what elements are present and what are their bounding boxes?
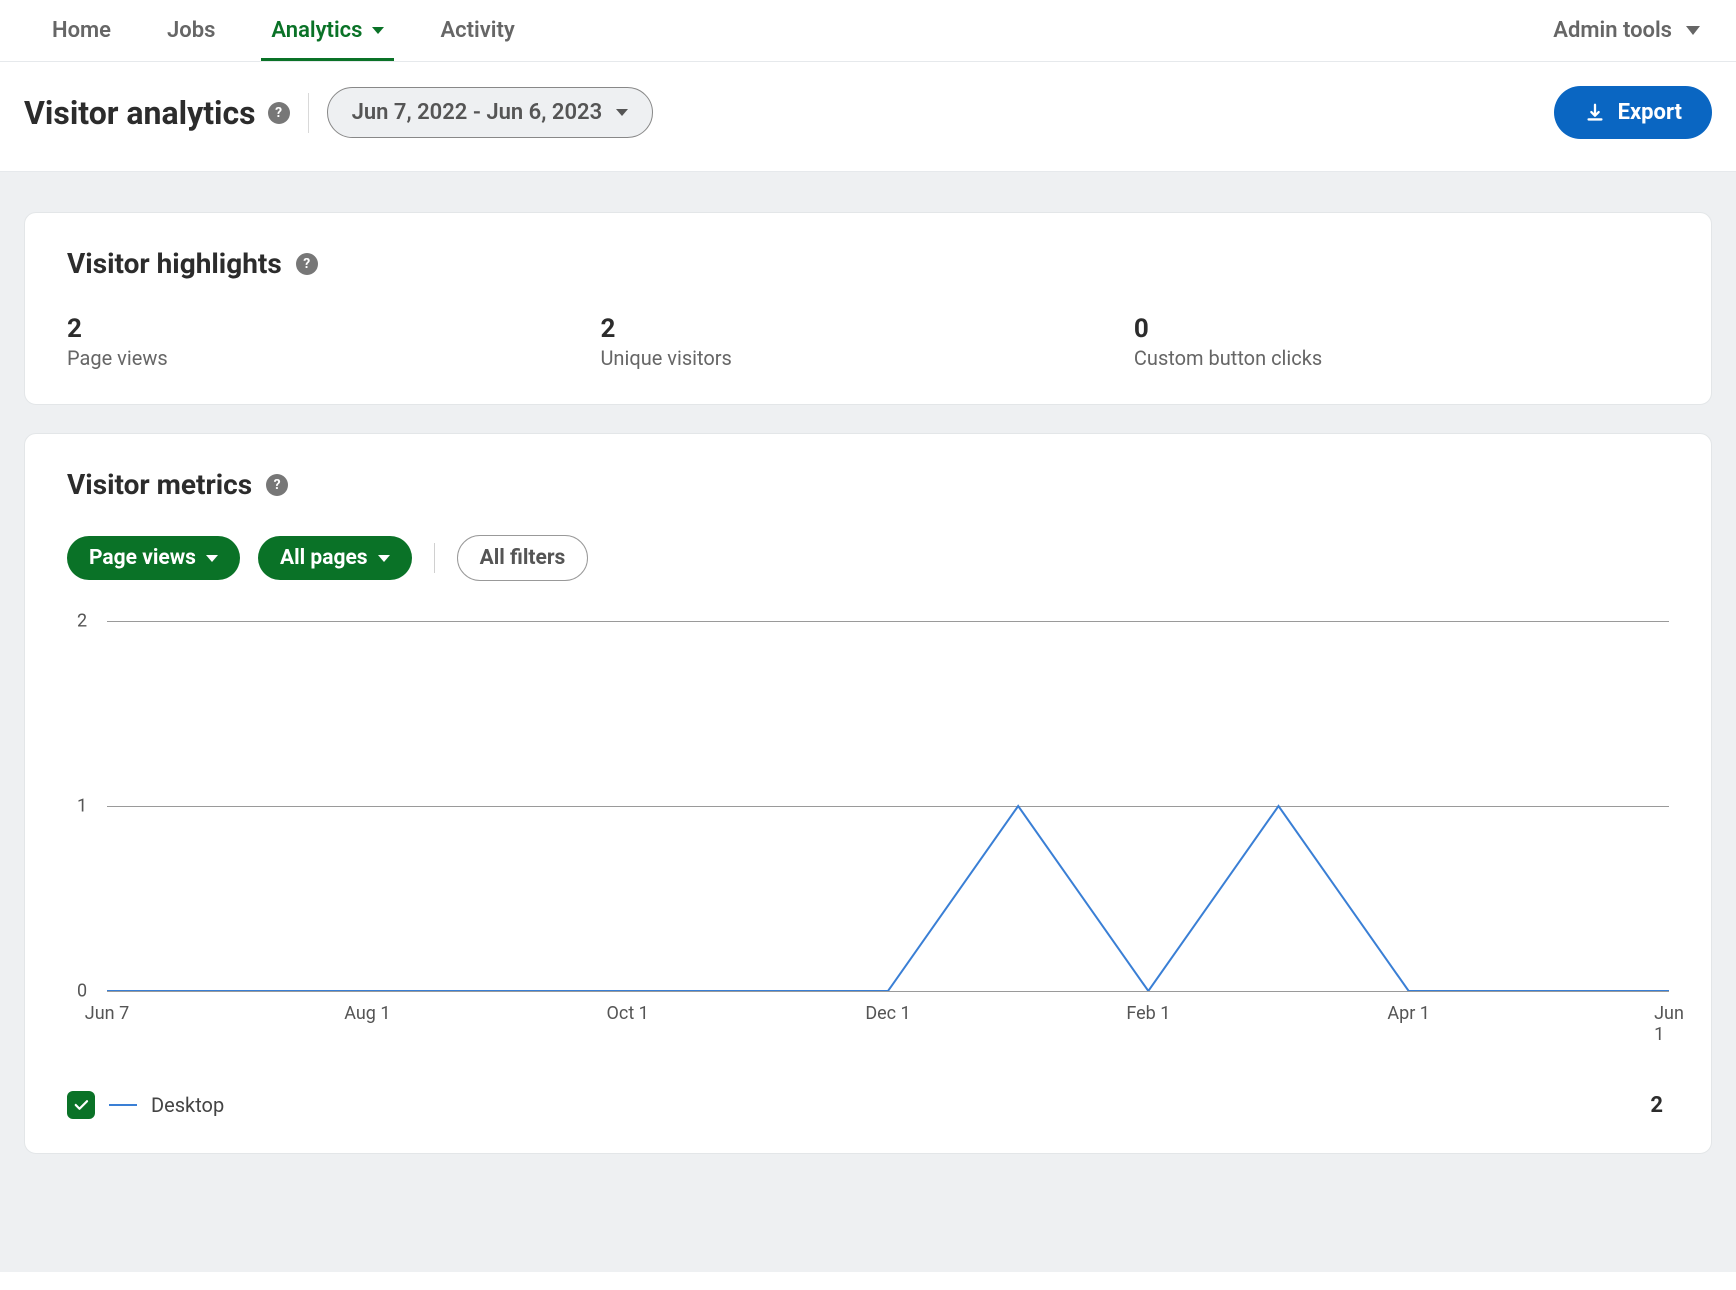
top-nav: Home Jobs Analytics Activity Admin tools bbox=[0, 0, 1736, 62]
stat-label: Page views bbox=[67, 346, 600, 370]
content-area: Visitor highlights ? 2 Page views 2 Uniq… bbox=[0, 172, 1736, 1272]
chart-x-tick: Oct 1 bbox=[607, 1003, 649, 1024]
admin-tools-label: Admin tools bbox=[1553, 18, 1672, 43]
nav-analytics[interactable]: Analytics bbox=[243, 0, 412, 61]
chart-container: 012 Jun 7Aug 1Oct 1Dec 1Feb 1Apr 1Jun 1 bbox=[67, 621, 1669, 1031]
chart-x-tick: Jun 7 bbox=[85, 1003, 129, 1024]
metric-filter-chip[interactable]: Page views bbox=[67, 536, 240, 580]
stat-custom-button-clicks: 0 Custom button clicks bbox=[1134, 314, 1667, 370]
chart-legend: Desktop 2 bbox=[67, 1091, 1669, 1119]
stat-value: 0 bbox=[1134, 314, 1667, 344]
all-filters-label: All filters bbox=[480, 546, 566, 570]
chart-x-tick: Dec 1 bbox=[865, 1003, 910, 1024]
page-title-text: Visitor analytics bbox=[24, 94, 256, 132]
legend-checkbox-desktop[interactable] bbox=[67, 1091, 95, 1119]
stat-label: Custom button clicks bbox=[1134, 346, 1667, 370]
help-icon[interactable]: ? bbox=[268, 102, 290, 124]
scope-filter-chip[interactable]: All pages bbox=[258, 536, 412, 580]
chart-x-tick: Jun 1 bbox=[1654, 1003, 1684, 1045]
caret-down-icon bbox=[378, 555, 390, 562]
all-filters-chip[interactable]: All filters bbox=[457, 535, 589, 581]
visitor-metrics-card: Visitor metrics ? Page views All pages A… bbox=[24, 433, 1712, 1154]
stat-value: 2 bbox=[67, 314, 600, 344]
chart-y-tick: 1 bbox=[77, 796, 87, 817]
chart-gridline bbox=[107, 991, 1669, 992]
title-bar: Visitor analytics ? Jun 7, 2022 - Jun 6,… bbox=[0, 62, 1736, 172]
export-button[interactable]: Export bbox=[1554, 86, 1712, 139]
caret-down-icon bbox=[1686, 26, 1700, 35]
stat-value: 2 bbox=[600, 314, 1133, 344]
metric-filter-label: Page views bbox=[89, 546, 196, 570]
chart-y-tick: 2 bbox=[77, 611, 87, 632]
caret-down-icon bbox=[616, 109, 628, 116]
divider bbox=[308, 93, 309, 133]
legend-desktop: Desktop bbox=[67, 1091, 224, 1119]
chart-y-tick: 0 bbox=[77, 981, 87, 1002]
caret-down-icon bbox=[206, 555, 218, 562]
page-title: Visitor analytics ? bbox=[24, 94, 290, 132]
help-icon[interactable]: ? bbox=[266, 474, 288, 496]
legend-line-icon bbox=[109, 1104, 137, 1106]
divider bbox=[434, 543, 435, 573]
legend-desktop-value: 2 bbox=[1650, 1093, 1669, 1118]
help-icon[interactable]: ? bbox=[296, 253, 318, 275]
visitor-metrics-title: Visitor metrics ? bbox=[67, 468, 1669, 501]
filter-row: Page views All pages All filters bbox=[67, 535, 1669, 581]
nav-analytics-label: Analytics bbox=[271, 18, 362, 43]
visitor-metrics-chart: 012 bbox=[107, 621, 1669, 991]
stat-label: Unique visitors bbox=[600, 346, 1133, 370]
export-label: Export bbox=[1618, 100, 1682, 125]
check-icon bbox=[72, 1096, 90, 1114]
chart-plot bbox=[107, 621, 1669, 991]
caret-down-icon bbox=[372, 27, 384, 34]
title-left: Visitor analytics ? Jun 7, 2022 - Jun 6,… bbox=[24, 87, 653, 138]
visitor-highlights-card: Visitor highlights ? 2 Page views 2 Uniq… bbox=[24, 212, 1712, 405]
highlights-row: 2 Page views 2 Unique visitors 0 Custom … bbox=[67, 314, 1669, 370]
visitor-highlights-title: Visitor highlights ? bbox=[67, 247, 1669, 280]
top-nav-left: Home Jobs Analytics Activity bbox=[24, 0, 543, 61]
nav-activity[interactable]: Activity bbox=[412, 0, 542, 61]
stat-page-views: 2 Page views bbox=[67, 314, 600, 370]
chart-x-axis: Jun 7Aug 1Oct 1Dec 1Feb 1Apr 1Jun 1 bbox=[107, 1003, 1669, 1031]
date-range-picker[interactable]: Jun 7, 2022 - Jun 6, 2023 bbox=[327, 87, 654, 138]
nav-home[interactable]: Home bbox=[24, 0, 139, 61]
chart-x-tick: Aug 1 bbox=[344, 1003, 390, 1024]
stat-unique-visitors: 2 Unique visitors bbox=[600, 314, 1133, 370]
visitor-metrics-title-text: Visitor metrics bbox=[67, 468, 252, 501]
nav-jobs[interactable]: Jobs bbox=[139, 0, 243, 61]
chart-x-tick: Feb 1 bbox=[1126, 1003, 1170, 1024]
legend-desktop-label: Desktop bbox=[151, 1093, 224, 1117]
scope-filter-label: All pages bbox=[280, 546, 368, 570]
visitor-highlights-title-text: Visitor highlights bbox=[67, 247, 282, 280]
date-range-text: Jun 7, 2022 - Jun 6, 2023 bbox=[352, 100, 603, 125]
admin-tools-menu[interactable]: Admin tools bbox=[1553, 18, 1712, 43]
download-icon bbox=[1584, 102, 1606, 124]
chart-x-tick: Apr 1 bbox=[1387, 1003, 1430, 1024]
